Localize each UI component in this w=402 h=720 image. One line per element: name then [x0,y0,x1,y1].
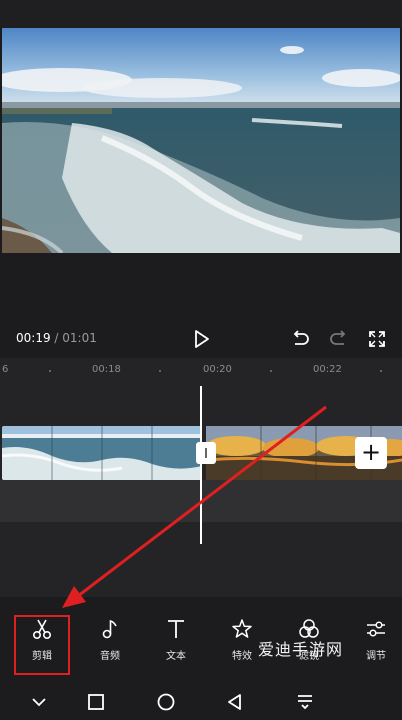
beach-waves-frame [2,28,400,253]
playback-controls: 00:19 / 01:01 [0,322,402,356]
add-clip-button[interactable]: + [355,437,387,469]
tool-label: 文本 [166,651,186,662]
ruler-tick: 00:22 [313,364,342,375]
menu-lines-icon[interactable] [295,692,315,712]
timeline[interactable]: + [0,382,402,597]
tool-label: 音频 [100,651,120,662]
watermark-text: 爱迪手游网 [258,640,344,659]
current-time: 00:19 [16,331,51,345]
transition-button[interactable] [196,442,216,464]
system-nav-bar [0,682,402,720]
music-note-icon [102,619,117,639]
ruler-dot [270,370,272,372]
triangle-back-icon[interactable] [225,692,245,712]
status-bar [0,0,402,28]
tool-adjust[interactable]: 调节 [354,617,398,662]
tool-label: 调节 [366,651,386,662]
redo-icon[interactable] [328,328,350,350]
adjust-sliders-icon [367,621,385,637]
ruler-dot [159,370,161,372]
preview-padding [0,253,402,323]
tool-audio[interactable]: 音频 [88,617,132,662]
time-readout: 00:19 / 01:01 [16,331,97,345]
ruler-tick: 00:18 [92,364,121,375]
ruler-dot [49,370,51,372]
chevron-down-icon[interactable] [29,692,49,712]
text-icon [168,620,184,638]
fullscreen-icon[interactable] [366,328,388,350]
ruler-tick: 00:20 [203,364,232,375]
total-duration: 01:01 [62,331,97,345]
video-preview[interactable] [2,28,400,253]
square-recents-icon[interactable] [86,692,106,712]
clip-thumbnails-beach [2,426,202,480]
undo-icon[interactable] [289,328,311,350]
playhead[interactable] [200,386,202,544]
sparkle-star-icon [232,619,252,638]
circle-home-icon[interactable] [156,692,176,712]
edit-tool-highlight-box [14,615,70,675]
tool-text[interactable]: 文本 [154,617,198,662]
video-clip-beach[interactable] [2,426,202,480]
time-separator: / [50,331,63,345]
play-icon[interactable] [190,328,212,350]
ruler-tick: 6 [2,364,9,375]
ruler-dot [380,370,382,372]
time-ruler[interactable]: 6 00:18 00:20 00:22 [0,358,402,382]
